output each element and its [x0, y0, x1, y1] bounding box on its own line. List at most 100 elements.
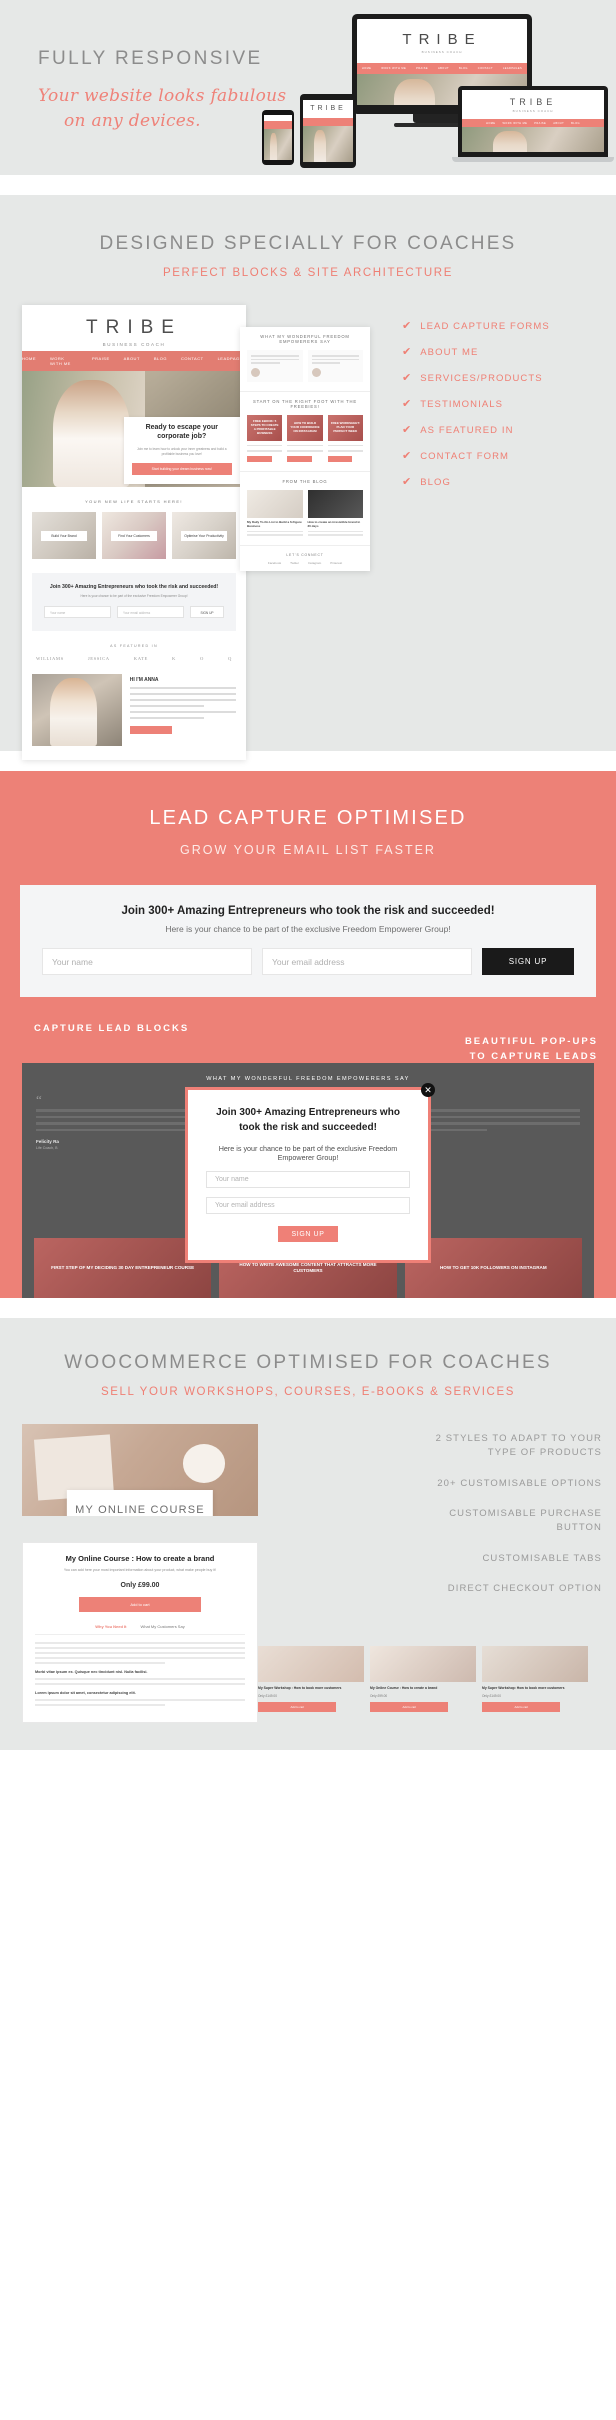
optin-email-input[interactable]: Your email address	[117, 606, 184, 618]
blog-post[interactable]: How to create an irresistible brand in 3…	[307, 489, 363, 536]
blog-post-list: My Daily To-Do List to Build a 6-Figure …	[247, 489, 363, 536]
nav-item: HOME	[486, 121, 496, 125]
woo-body: MY ONLINE COURSE My Online Course : How …	[0, 1424, 616, 1724]
tab-why-you-need-it[interactable]: Why You Need It	[95, 1624, 126, 1629]
nav-item-contact[interactable]: CONTACT	[181, 356, 204, 366]
text-line	[35, 1661, 166, 1664]
popup-signup-button[interactable]: SIGN UP	[278, 1226, 338, 1242]
optin-email-input[interactable]: Your email address	[262, 948, 472, 975]
lead-annotation-labels: CAPTURE LEAD BLOCKS BEAUTIFUL POP-UPS TO…	[0, 1017, 616, 1063]
optin-heading: Join 300+ Amazing Entrepreneurs who took…	[49, 584, 219, 590]
product-detail-card: My Online Course : How to create a brand…	[22, 1542, 258, 1723]
instagram-icon[interactable]: Instagram	[308, 561, 321, 565]
add-to-cart-button[interactable]: Add to cart	[79, 1596, 201, 1612]
promo-card[interactable]: HOW TO GET 10K FOLLOWERS ON INSTAGRAM	[404, 1238, 582, 1298]
phone-mockup	[262, 110, 294, 165]
check-icon: ✔	[402, 476, 412, 488]
text-line	[129, 693, 236, 695]
pinterest-icon[interactable]: Pinterest	[330, 561, 342, 565]
popup-name-input[interactable]: Your name	[206, 1171, 410, 1188]
label-beautiful-popups: BEAUTIFUL POP-UPS TO CAPTURE LEADS	[465, 1035, 598, 1064]
text-line	[311, 362, 340, 364]
service-card[interactable]: Build Your Brand	[32, 512, 96, 559]
related-product[interactable]: My Super Workshop : How to book more cus…	[258, 1646, 364, 1712]
freebie-item: FREE WORKSHEET: PLAN YOUR PERFECT WEEK	[327, 414, 363, 462]
woo-feature-options: 20+ CUSTOMISABLE OPTIONS	[437, 1477, 602, 1489]
nav-item-home[interactable]: HOME	[22, 356, 36, 366]
service-card[interactable]: Optimise Your Productivity	[172, 512, 236, 559]
about-cta-button[interactable]	[129, 726, 173, 734]
tab-customer-reviews[interactable]: What My Customers Say	[140, 1624, 184, 1629]
facebook-icon[interactable]: Facebook	[268, 561, 281, 565]
popup-email-input[interactable]: Your email address	[206, 1197, 410, 1214]
freebie-image: FREE WORKSHEET: PLAN YOUR PERFECT WEEK	[327, 414, 363, 441]
checklist-label: AS FEATURED IN	[420, 425, 514, 436]
text-line	[35, 1641, 245, 1644]
optin-name-input[interactable]: Your name	[42, 948, 252, 975]
blog-post[interactable]: My Daily To-Do List to Build a 6-Figure …	[247, 489, 303, 536]
text-line	[251, 358, 299, 361]
check-icon: ✔	[402, 320, 412, 332]
checklist-label: CONTACT FORM	[420, 451, 510, 462]
check-icon: ✔	[402, 372, 412, 384]
hero-person-photo	[493, 130, 528, 152]
monitor-tagline: BUSINESS COACH	[421, 50, 463, 54]
freebies-heading: START ON THE RIGHT FOOT WITH THE FREEBIE…	[253, 398, 357, 409]
avatar	[311, 367, 321, 377]
hero-cta-card: Ready to escape your corporate job? Join…	[123, 417, 240, 484]
freebie-button[interactable]	[247, 455, 272, 462]
hero-cta-button[interactable]: Start building your dream business now!	[131, 462, 232, 475]
freebie-image: FREE EBOOK: 5 STEPS TO CREATE A PROFITAB…	[247, 414, 283, 441]
promo-card-title: HOW TO GET 10K FOLLOWERS ON INSTAGRAM	[439, 1264, 547, 1270]
theme-promo-page: FULLY RESPONSIVE Your website looks fabu…	[0, 0, 616, 1750]
woo-title: WOOCOMMERCE OPTIMISED FOR COACHES	[64, 1352, 552, 1373]
laptop-hero-image	[462, 127, 604, 152]
woo-subtitle: SELL YOUR WORKSHOPS, COURSES, E-BOOKS & …	[100, 1386, 515, 1398]
twitter-icon[interactable]: Twitter	[290, 561, 299, 565]
description-heading-2: Lorem ipsum dolor sit amet, consectetur …	[35, 1690, 136, 1695]
text-line	[36, 1128, 210, 1131]
service-card[interactable]: Find Your Customers	[102, 512, 166, 559]
related-add-to-cart[interactable]: Add to cart	[258, 1701, 337, 1712]
text-line	[287, 450, 323, 452]
close-icon[interactable]: ✕	[421, 1083, 435, 1097]
coaches-title: DESIGNED SPECIALLY FOR COACHES	[99, 233, 517, 254]
related-add-to-cart[interactable]: Add to cart	[370, 1701, 449, 1712]
mockup-about-block: HI I'M ANNA	[22, 674, 246, 760]
text-line	[129, 717, 205, 719]
featured-label: AS FEATURED IN	[110, 644, 158, 648]
related-product[interactable]: My Online Course : How to create a brand…	[370, 1646, 476, 1712]
freebie-button[interactable]	[327, 455, 353, 462]
text-line	[327, 444, 363, 447]
monitor-nav: HOME WORK WITH ME PRAISE ABOUT BLOG CONT…	[357, 63, 527, 74]
optin-signup-button[interactable]: SIGN UP	[482, 948, 574, 975]
nav-item-praise[interactable]: PRAISE	[92, 356, 110, 366]
featured-logo: Q	[228, 656, 232, 661]
optin-signup-button[interactable]: SIGN UP	[190, 606, 224, 618]
woo-related-products: My Super Workshop : How to book more cus…	[258, 1636, 588, 1716]
nav-item-blog[interactable]: BLOG	[154, 356, 167, 366]
device-mockup-group: TRIBE BUSINESS COACH HOME WORK WITH ME P…	[240, 12, 614, 172]
blog-post-title: My Daily To-Do List to Build a 6-Figure …	[247, 519, 302, 528]
checklist-label: LEAD CAPTURE FORMS	[420, 321, 550, 332]
nav-item: PRAISE	[534, 121, 547, 125]
blog-heading: FROM THE BLOG	[282, 478, 328, 484]
nav-item-work-with-me[interactable]: WORK WITH ME	[50, 356, 78, 366]
text-line	[247, 450, 283, 452]
nav-item-about[interactable]: ABOUT	[124, 356, 140, 366]
woo-feature-list: 2 STYLES TO ADAPT TO YOUR TYPE OF PRODUC…	[412, 1432, 602, 1613]
optin-name-input[interactable]: Your name	[44, 606, 111, 618]
product-hero-title: MY ONLINE COURSE	[75, 1504, 205, 1516]
related-add-to-cart[interactable]: Add to cart	[482, 1701, 561, 1712]
checklist-item-blog: ✔ BLOG	[402, 476, 598, 489]
product-hero-card: MY ONLINE COURSE	[66, 1490, 214, 1516]
freebie-item: FREE EBOOK: 5 STEPS TO CREATE A PROFITAB…	[247, 414, 283, 462]
freebie-button[interactable]	[287, 455, 313, 462]
checklist-item-testimonials: ✔ TESTIMONIALS	[402, 399, 598, 411]
woo-feature-purchase-button: CUSTOMISABLE PURCHASE BUTTON	[449, 1508, 602, 1534]
related-product[interactable]: My Super Workshop: How to book more cust…	[482, 1646, 588, 1712]
freebie-item: HOW TO BUILD YOUR CONFIDENCE ON INSTAGRA…	[287, 414, 323, 462]
nav-item: PRAISE	[416, 67, 429, 70]
text-line	[251, 355, 299, 357]
blog-block: FROM THE BLOG My Daily To-Do List to Bui…	[240, 472, 370, 546]
